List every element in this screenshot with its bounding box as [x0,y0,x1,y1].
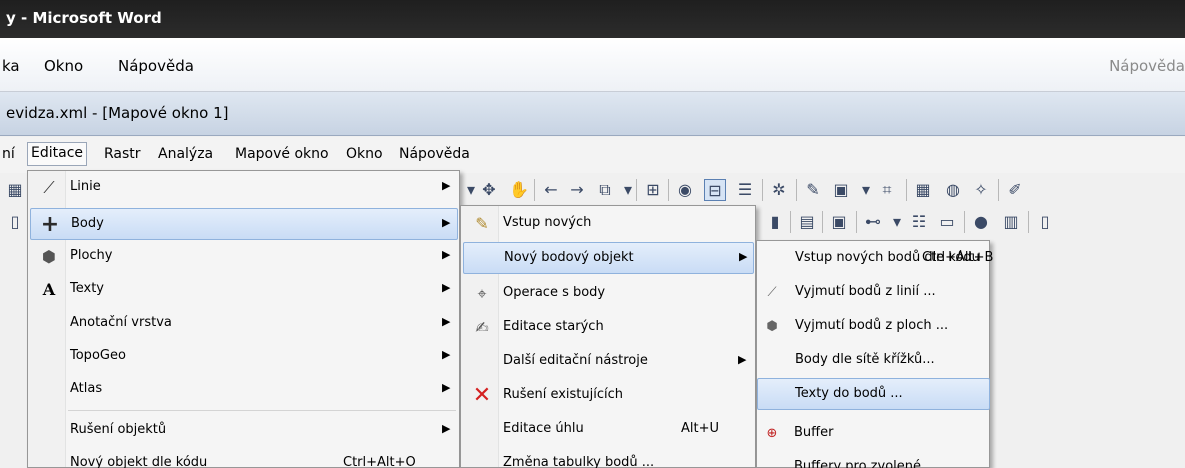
menu-item-novy-bodovy-objekt[interactable]: Nový bodový objekt ▶ [463,242,754,274]
back-arrow-icon[interactable]: ← [540,179,562,201]
app-menu-item-rastr[interactable]: Rastr [104,146,141,170]
menu-item-zmena-tabulky-bodu[interactable]: Změna tabulky bodů ... [463,448,754,468]
grid-icon[interactable]: ▦ [912,179,934,201]
line-points-icon: ⟋ [767,285,777,300]
submenu-arrow-icon: ▶ [442,248,451,261]
word-menu-item-okno[interactable]: Okno [44,57,83,75]
dropdown-arrow-icon[interactable]: ▾ [855,179,877,201]
app-title: evidza.xml - [Mapové okno 1] [6,104,229,122]
list-view-icon[interactable]: ☰ [734,179,756,201]
submenu-arrow-icon: ▶ [442,216,451,229]
menu-item-ruseni-existujicich[interactable]: ✕ Rušení existujících [463,380,754,412]
chart-icon[interactable]: ▮ [764,211,786,233]
menu-item-texty-do-bodu[interactable]: Texty do bodů ... [757,378,990,410]
submenu-arrow-icon: ▶ [442,422,451,435]
menu-item-texty[interactable]: A Texty ▶ [30,274,458,306]
app-menu-item-analyza[interactable]: Analýza [158,146,213,170]
menu-item-vyjmuti-bodu-z-ploch[interactable]: ⬢ Vyjmutí bodů z ploch ... [757,311,989,343]
menu-item-atlas[interactable]: Atlas ▶ [30,374,458,406]
submenu-arrow-icon: ▶ [442,281,451,294]
submenu-arrow-icon: ▶ [442,179,451,192]
menu-body: ✎ Vstup nových Nový bodový objekt ▶ ⌖ Op… [460,205,756,468]
menu-item-buffery-pro-zvolene[interactable]: Buffery pro zvolené [757,452,990,468]
word-menu-item-ka[interactable]: ka [2,57,20,75]
dropdown-arrow-icon[interactable]: ▾ [886,211,908,233]
forward-arrow-icon[interactable]: → [566,179,588,201]
menu-item-editace-starych[interactable]: ✍ Editace starých [463,312,754,344]
edit-icon[interactable]: ✐ [1004,179,1026,201]
menu-item-vstup-novych-bodu-dle-kodu[interactable]: Vstup nových bodů dle kódu Ctrl+Alt+B [757,243,993,275]
menu-item-vyjmuti-bodu-z-linii[interactable]: ⟋ Vyjmutí bodů z linií ... [757,277,989,309]
page-icon[interactable]: ▯ [1034,211,1056,233]
submenu-arrow-icon: ▶ [442,348,451,361]
word-menu-item-napoveda[interactable]: Nápověda [118,57,194,75]
measure-icon[interactable]: ✎ [802,179,824,201]
menu-separator [68,410,456,411]
menu-item-linie[interactable]: ⟋ Linie ▶ [30,172,458,204]
menu-item-plochy[interactable]: ⬢ Plochy ▶ [30,241,458,273]
menu-item-topogeo[interactable]: TopoGeo ▶ [30,341,458,373]
menu-editace: ⟋ Linie ▶ + Body ▶ ⬢ Plochy ▶ A Texty ▶ … [27,170,460,468]
plus-icon: + [40,212,60,237]
snap-icon[interactable]: ✲ [768,179,790,201]
delete-x-icon: ✕ [472,383,492,408]
layers-icon[interactable]: ▦ [4,179,26,201]
submenu-arrow-icon: ▶ [738,353,747,366]
point-operation-icon: ⌖ [477,284,487,303]
info-icon[interactable]: ● [970,211,992,233]
word-menu-bar: ka Okno Nápověda Nápověda [0,38,1185,92]
tree-view-icon[interactable]: ⊟ [704,179,726,201]
polygon-icon: ⬢ [42,247,56,266]
app-menu-item-okno[interactable]: Okno [346,146,383,170]
menu-item-buffer[interactable]: ⊕ Buffer [757,418,990,450]
pencil-add-icon: ✎ [475,214,489,233]
menu-item-editace-uhlu[interactable]: Editace úhlu Alt+U [463,414,754,446]
app-menu-item-editace[interactable]: Editace [27,142,88,166]
submenu-arrow-icon: ▶ [739,250,748,263]
edit-points-icon: ✍ [475,318,489,337]
menu-item-anotacni-vrstva[interactable]: Anotační vrstva ▶ [30,308,458,340]
move-icon[interactable]: ✥ [478,179,500,201]
menu-item-body[interactable]: + Body ▶ [30,208,458,240]
text-icon: A [42,280,56,299]
submenu-arrow-icon: ▶ [442,315,451,328]
polygon-points-icon: ⬢ [766,319,778,334]
word-help-search[interactable]: Nápověda [1109,57,1185,75]
table-icon[interactable]: ▤ [796,211,818,233]
legend-icon[interactable]: ☷ [908,211,930,233]
app-menu-item-napoveda[interactable]: Nápověda [399,146,470,170]
app-menu-bar: ní Editace Rastr Analýza Mapové okno Okn… [0,137,1185,173]
zoom-window-icon[interactable]: ⧉ [594,179,616,201]
zoom-extent-icon[interactable]: ⊞ [642,179,664,201]
menu-item-body-dle-site-krizku[interactable]: Body dle sítě křížků... [757,345,989,377]
word-title: y - Microsoft Word [6,9,162,27]
form-icon[interactable]: ▣ [828,211,850,233]
new-layer-icon[interactable]: ✧ [970,179,992,201]
pan-hand-icon[interactable]: ✋ [508,179,530,201]
app-menu-item-mapove-okno[interactable]: Mapové okno [235,146,329,170]
menu-item-ruseni-objektu[interactable]: Rušení objektů ▶ [30,415,458,447]
app-title-bar: evidza.xml - [Mapové okno 1] [0,92,1185,136]
menu-item-novy-objekt-dle-kodu[interactable]: Nový objekt dle kódu Ctrl+Alt+O [30,448,458,468]
buffer-circle-icon: ⊕ [766,426,778,441]
document-icon[interactable]: ▯ [4,211,26,233]
network-icon[interactable]: ⊷ [862,211,884,233]
print-icon[interactable]: ▥ [1000,211,1022,233]
eye-icon[interactable]: ◉ [674,179,696,201]
menu-item-dalsi-editacni-nastroje[interactable]: Další editační nástroje ▶ [463,346,754,378]
line-icon: ⟋ [43,178,55,197]
menu-item-operace-s-body[interactable]: ⌖ Operace s body [463,278,754,310]
globe-icon[interactable]: ◍ [942,179,964,201]
submenu-arrow-icon: ▶ [442,381,451,394]
scale-icon[interactable]: ⌗ [876,179,898,201]
menu-item-vstup-novych[interactable]: ✎ Vstup nových [463,208,754,240]
app-menu-item-ni[interactable]: ní [2,146,15,170]
window-icon[interactable]: ▭ [936,211,958,233]
word-title-bar: y - Microsoft Word [0,0,1185,38]
image-icon[interactable]: ▣ [830,179,852,201]
